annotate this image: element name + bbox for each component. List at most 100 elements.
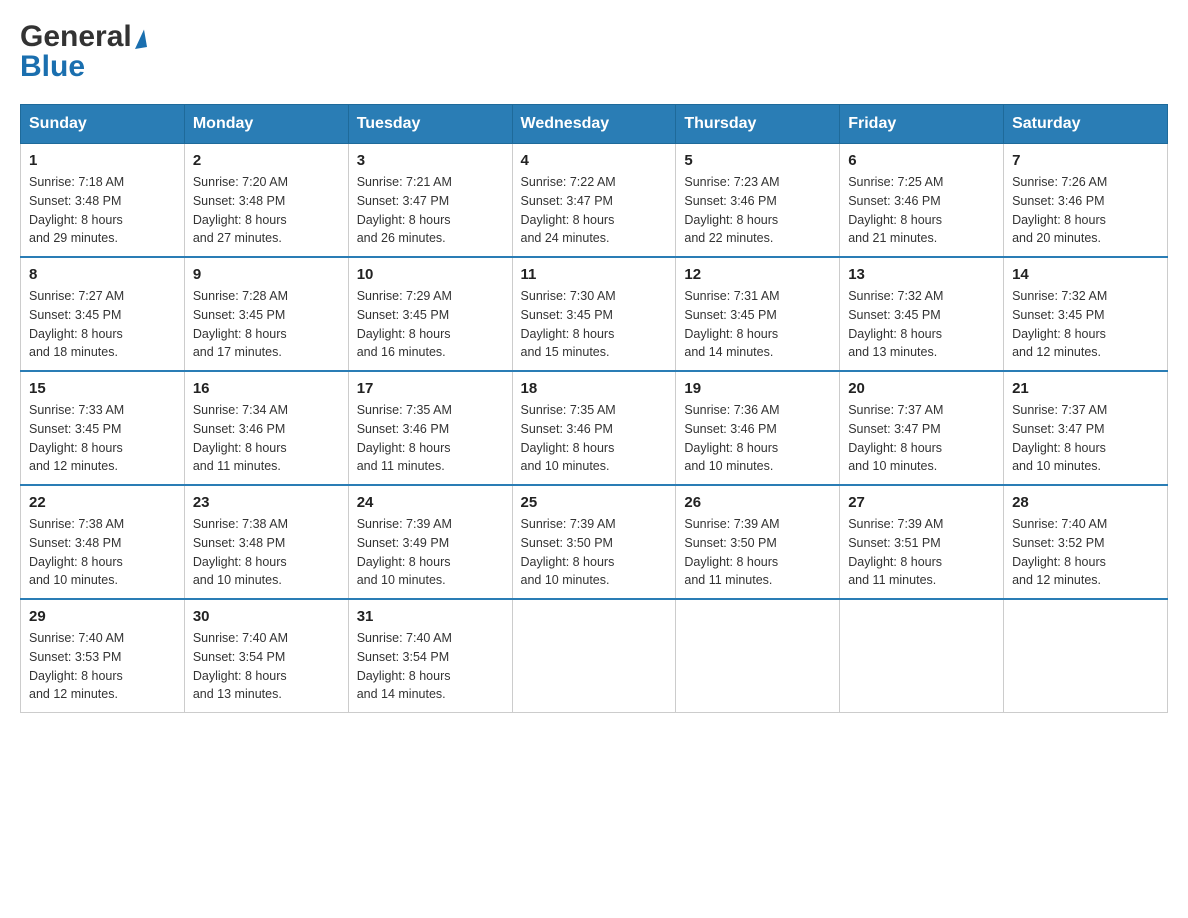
day-info: Sunrise: 7:32 AM Sunset: 3:45 PM Dayligh… [848,287,995,362]
logo-triangle-icon [135,29,147,49]
day-number: 26 [684,494,831,511]
day-info: Sunrise: 7:26 AM Sunset: 3:46 PM Dayligh… [1012,173,1159,248]
calendar-cell: 26 Sunrise: 7:39 AM Sunset: 3:50 PM Dayl… [676,485,840,599]
day-info: Sunrise: 7:39 AM Sunset: 3:50 PM Dayligh… [684,515,831,590]
calendar-cell: 19 Sunrise: 7:36 AM Sunset: 3:46 PM Dayl… [676,371,840,485]
day-info: Sunrise: 7:40 AM Sunset: 3:52 PM Dayligh… [1012,515,1159,590]
day-info: Sunrise: 7:38 AM Sunset: 3:48 PM Dayligh… [193,515,340,590]
day-info: Sunrise: 7:40 AM Sunset: 3:53 PM Dayligh… [29,629,176,704]
day-info: Sunrise: 7:35 AM Sunset: 3:46 PM Dayligh… [521,401,668,476]
day-info: Sunrise: 7:33 AM Sunset: 3:45 PM Dayligh… [29,401,176,476]
calendar-cell: 28 Sunrise: 7:40 AM Sunset: 3:52 PM Dayl… [1004,485,1168,599]
day-number: 13 [848,266,995,283]
day-number: 27 [848,494,995,511]
day-number: 9 [193,266,340,283]
calendar-cell: 3 Sunrise: 7:21 AM Sunset: 3:47 PM Dayli… [348,144,512,258]
day-info: Sunrise: 7:28 AM Sunset: 3:45 PM Dayligh… [193,287,340,362]
day-number: 18 [521,380,668,397]
calendar-cell: 13 Sunrise: 7:32 AM Sunset: 3:45 PM Dayl… [840,257,1004,371]
calendar-week-row: 22 Sunrise: 7:38 AM Sunset: 3:48 PM Dayl… [21,485,1168,599]
calendar-cell: 18 Sunrise: 7:35 AM Sunset: 3:46 PM Dayl… [512,371,676,485]
day-number: 17 [357,380,504,397]
calendar-header-row: SundayMondayTuesdayWednesdayThursdayFrid… [21,105,1168,144]
calendar-cell: 10 Sunrise: 7:29 AM Sunset: 3:45 PM Dayl… [348,257,512,371]
calendar-cell: 29 Sunrise: 7:40 AM Sunset: 3:53 PM Dayl… [21,599,185,713]
day-info: Sunrise: 7:21 AM Sunset: 3:47 PM Dayligh… [357,173,504,248]
calendar-cell: 11 Sunrise: 7:30 AM Sunset: 3:45 PM Dayl… [512,257,676,371]
day-number: 3 [357,152,504,169]
day-info: Sunrise: 7:20 AM Sunset: 3:48 PM Dayligh… [193,173,340,248]
calendar-cell: 14 Sunrise: 7:32 AM Sunset: 3:45 PM Dayl… [1004,257,1168,371]
calendar-cell: 7 Sunrise: 7:26 AM Sunset: 3:46 PM Dayli… [1004,144,1168,258]
day-number: 1 [29,152,176,169]
calendar-cell: 21 Sunrise: 7:37 AM Sunset: 3:47 PM Dayl… [1004,371,1168,485]
day-number: 28 [1012,494,1159,511]
col-header-thursday: Thursday [676,105,840,144]
logo-blue-text: Blue [20,50,85,84]
day-info: Sunrise: 7:34 AM Sunset: 3:46 PM Dayligh… [193,401,340,476]
day-info: Sunrise: 7:25 AM Sunset: 3:46 PM Dayligh… [848,173,995,248]
day-number: 4 [521,152,668,169]
day-info: Sunrise: 7:18 AM Sunset: 3:48 PM Dayligh… [29,173,176,248]
day-info: Sunrise: 7:40 AM Sunset: 3:54 PM Dayligh… [193,629,340,704]
logo-general-text: General [20,20,132,54]
calendar-cell [1004,599,1168,713]
calendar-cell: 16 Sunrise: 7:34 AM Sunset: 3:46 PM Dayl… [184,371,348,485]
calendar-cell: 2 Sunrise: 7:20 AM Sunset: 3:48 PM Dayli… [184,144,348,258]
day-number: 7 [1012,152,1159,169]
day-number: 25 [521,494,668,511]
day-info: Sunrise: 7:37 AM Sunset: 3:47 PM Dayligh… [848,401,995,476]
calendar-cell: 25 Sunrise: 7:39 AM Sunset: 3:50 PM Dayl… [512,485,676,599]
page-header: General Blue [20,20,1168,84]
calendar-week-row: 15 Sunrise: 7:33 AM Sunset: 3:45 PM Dayl… [21,371,1168,485]
col-header-monday: Monday [184,105,348,144]
day-number: 20 [848,380,995,397]
logo: General Blue [20,20,147,84]
day-number: 8 [29,266,176,283]
col-header-saturday: Saturday [1004,105,1168,144]
day-info: Sunrise: 7:39 AM Sunset: 3:50 PM Dayligh… [521,515,668,590]
day-number: 31 [357,608,504,625]
day-info: Sunrise: 7:29 AM Sunset: 3:45 PM Dayligh… [357,287,504,362]
day-number: 29 [29,608,176,625]
day-info: Sunrise: 7:27 AM Sunset: 3:45 PM Dayligh… [29,287,176,362]
calendar-cell: 30 Sunrise: 7:40 AM Sunset: 3:54 PM Dayl… [184,599,348,713]
day-number: 6 [848,152,995,169]
calendar-cell [512,599,676,713]
day-info: Sunrise: 7:36 AM Sunset: 3:46 PM Dayligh… [684,401,831,476]
calendar-cell: 31 Sunrise: 7:40 AM Sunset: 3:54 PM Dayl… [348,599,512,713]
calendar-cell: 4 Sunrise: 7:22 AM Sunset: 3:47 PM Dayli… [512,144,676,258]
calendar-cell: 6 Sunrise: 7:25 AM Sunset: 3:46 PM Dayli… [840,144,1004,258]
day-info: Sunrise: 7:37 AM Sunset: 3:47 PM Dayligh… [1012,401,1159,476]
calendar-week-row: 8 Sunrise: 7:27 AM Sunset: 3:45 PM Dayli… [21,257,1168,371]
col-header-friday: Friday [840,105,1004,144]
calendar-cell: 17 Sunrise: 7:35 AM Sunset: 3:46 PM Dayl… [348,371,512,485]
day-number: 2 [193,152,340,169]
calendar-cell: 8 Sunrise: 7:27 AM Sunset: 3:45 PM Dayli… [21,257,185,371]
calendar-cell: 15 Sunrise: 7:33 AM Sunset: 3:45 PM Dayl… [21,371,185,485]
calendar-table: SundayMondayTuesdayWednesdayThursdayFrid… [20,104,1168,713]
day-info: Sunrise: 7:38 AM Sunset: 3:48 PM Dayligh… [29,515,176,590]
day-info: Sunrise: 7:39 AM Sunset: 3:51 PM Dayligh… [848,515,995,590]
calendar-cell: 9 Sunrise: 7:28 AM Sunset: 3:45 PM Dayli… [184,257,348,371]
col-header-tuesday: Tuesday [348,105,512,144]
calendar-cell: 23 Sunrise: 7:38 AM Sunset: 3:48 PM Dayl… [184,485,348,599]
calendar-week-row: 29 Sunrise: 7:40 AM Sunset: 3:53 PM Dayl… [21,599,1168,713]
day-number: 12 [684,266,831,283]
day-number: 30 [193,608,340,625]
day-info: Sunrise: 7:31 AM Sunset: 3:45 PM Dayligh… [684,287,831,362]
day-number: 24 [357,494,504,511]
col-header-sunday: Sunday [21,105,185,144]
calendar-cell [840,599,1004,713]
day-info: Sunrise: 7:35 AM Sunset: 3:46 PM Dayligh… [357,401,504,476]
day-number: 21 [1012,380,1159,397]
day-info: Sunrise: 7:30 AM Sunset: 3:45 PM Dayligh… [521,287,668,362]
calendar-cell: 27 Sunrise: 7:39 AM Sunset: 3:51 PM Dayl… [840,485,1004,599]
day-info: Sunrise: 7:40 AM Sunset: 3:54 PM Dayligh… [357,629,504,704]
day-number: 5 [684,152,831,169]
day-number: 15 [29,380,176,397]
calendar-cell: 24 Sunrise: 7:39 AM Sunset: 3:49 PM Dayl… [348,485,512,599]
day-number: 11 [521,266,668,283]
calendar-cell: 20 Sunrise: 7:37 AM Sunset: 3:47 PM Dayl… [840,371,1004,485]
day-info: Sunrise: 7:23 AM Sunset: 3:46 PM Dayligh… [684,173,831,248]
